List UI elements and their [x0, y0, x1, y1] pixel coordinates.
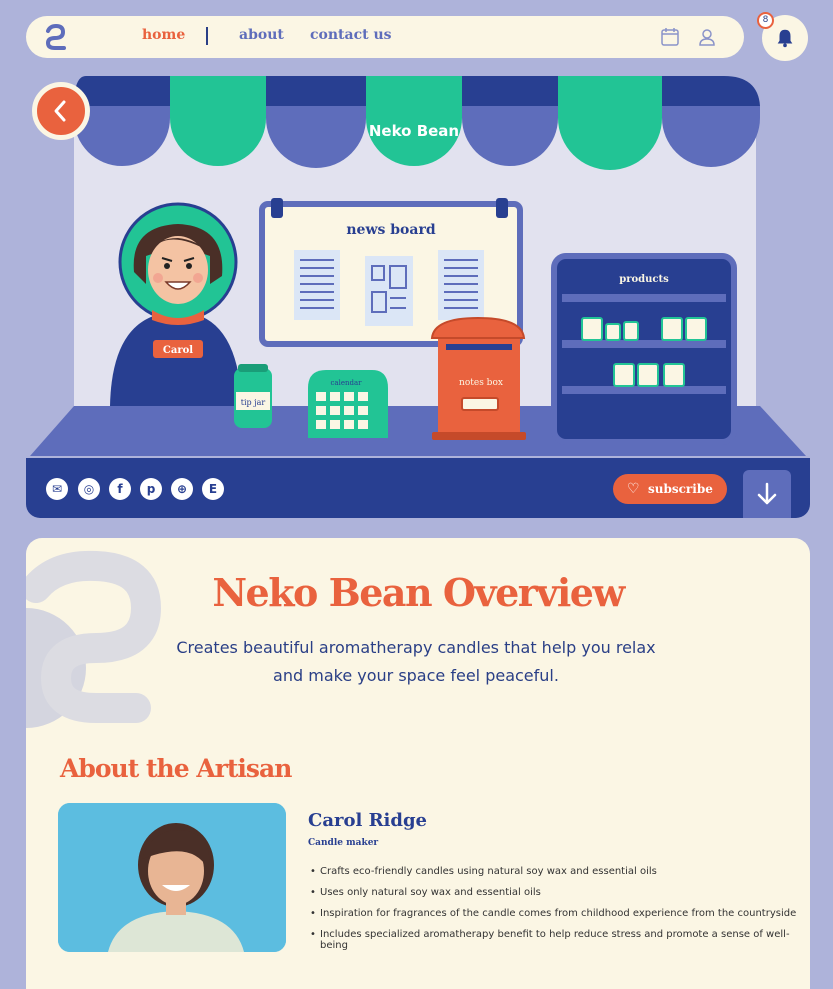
globe-icon[interactable]: ⊕ [171, 478, 193, 500]
overview-card: Neko Bean Overview Creates beautiful aro… [26, 538, 810, 989]
facebook-icon[interactable]: f [109, 478, 131, 500]
character-name-tag: Carol [163, 345, 193, 356]
user-icon[interactable] [695, 25, 719, 49]
mail-icon[interactable]: ✉ [46, 478, 68, 500]
artisan-heading: About the Artisan [60, 754, 292, 783]
pinterest-icon[interactable]: p [140, 478, 162, 500]
notification-badge: 8 [757, 12, 774, 29]
subscribe-label: subscribe [648, 482, 713, 496]
notes-box-label: notes box [459, 378, 503, 388]
list-item: Includes specialized aromatherapy benefi… [308, 929, 810, 951]
top-nav: home about contact us [26, 16, 744, 58]
nav-about-link[interactable]: about [239, 27, 284, 43]
chevron-left-icon [54, 100, 66, 122]
overview-description: Creates beautiful aromatherapy candles t… [176, 638, 656, 685]
arrow-down-icon [757, 482, 777, 505]
products-label: products [619, 274, 669, 285]
shop-illustration: Neko Bean news board Carol tip jar calen… [30, 76, 806, 456]
news-board-label: news board [346, 222, 435, 238]
list-item: Inspiration for fragrances of the candle… [308, 908, 810, 929]
artisan-name: Carol Ridge [308, 810, 428, 831]
calendar-label: calendar [331, 379, 363, 387]
nav-home-link[interactable]: home [142, 27, 185, 43]
nav-contact-link[interactable]: contact us [310, 27, 392, 43]
list-item: Crafts eco-friendly candles using natura… [308, 866, 810, 887]
instagram-icon[interactable]: ◎ [78, 478, 100, 500]
overview-title: Neko Bean Overview [212, 570, 625, 615]
subscribe-button[interactable]: ♡ subscribe [613, 474, 727, 504]
back-button[interactable] [32, 82, 90, 140]
bell-icon [777, 29, 793, 48]
etsy-icon[interactable]: E [202, 478, 224, 500]
logo-icon[interactable] [40, 22, 70, 52]
hero-footer-bar: ✉ ◎ f p ⊕ E ♡ subscribe [26, 458, 810, 518]
calendar-icon[interactable] [658, 25, 682, 49]
nav-divider [206, 27, 208, 45]
artisan-photo [58, 803, 286, 952]
brand-sign: Neko Bean [369, 122, 459, 140]
heart-icon: ♡ [627, 481, 640, 497]
artisan-role: Candle maker [308, 838, 379, 848]
tip-jar-label: tip jar [241, 398, 266, 407]
artisan-bullets: Crafts eco-friendly candles using natura… [308, 866, 810, 951]
list-item: Uses only natural soy wax and essential … [308, 887, 810, 908]
scroll-down-button[interactable] [743, 470, 791, 518]
notification-button[interactable]: 8 [757, 12, 808, 61]
